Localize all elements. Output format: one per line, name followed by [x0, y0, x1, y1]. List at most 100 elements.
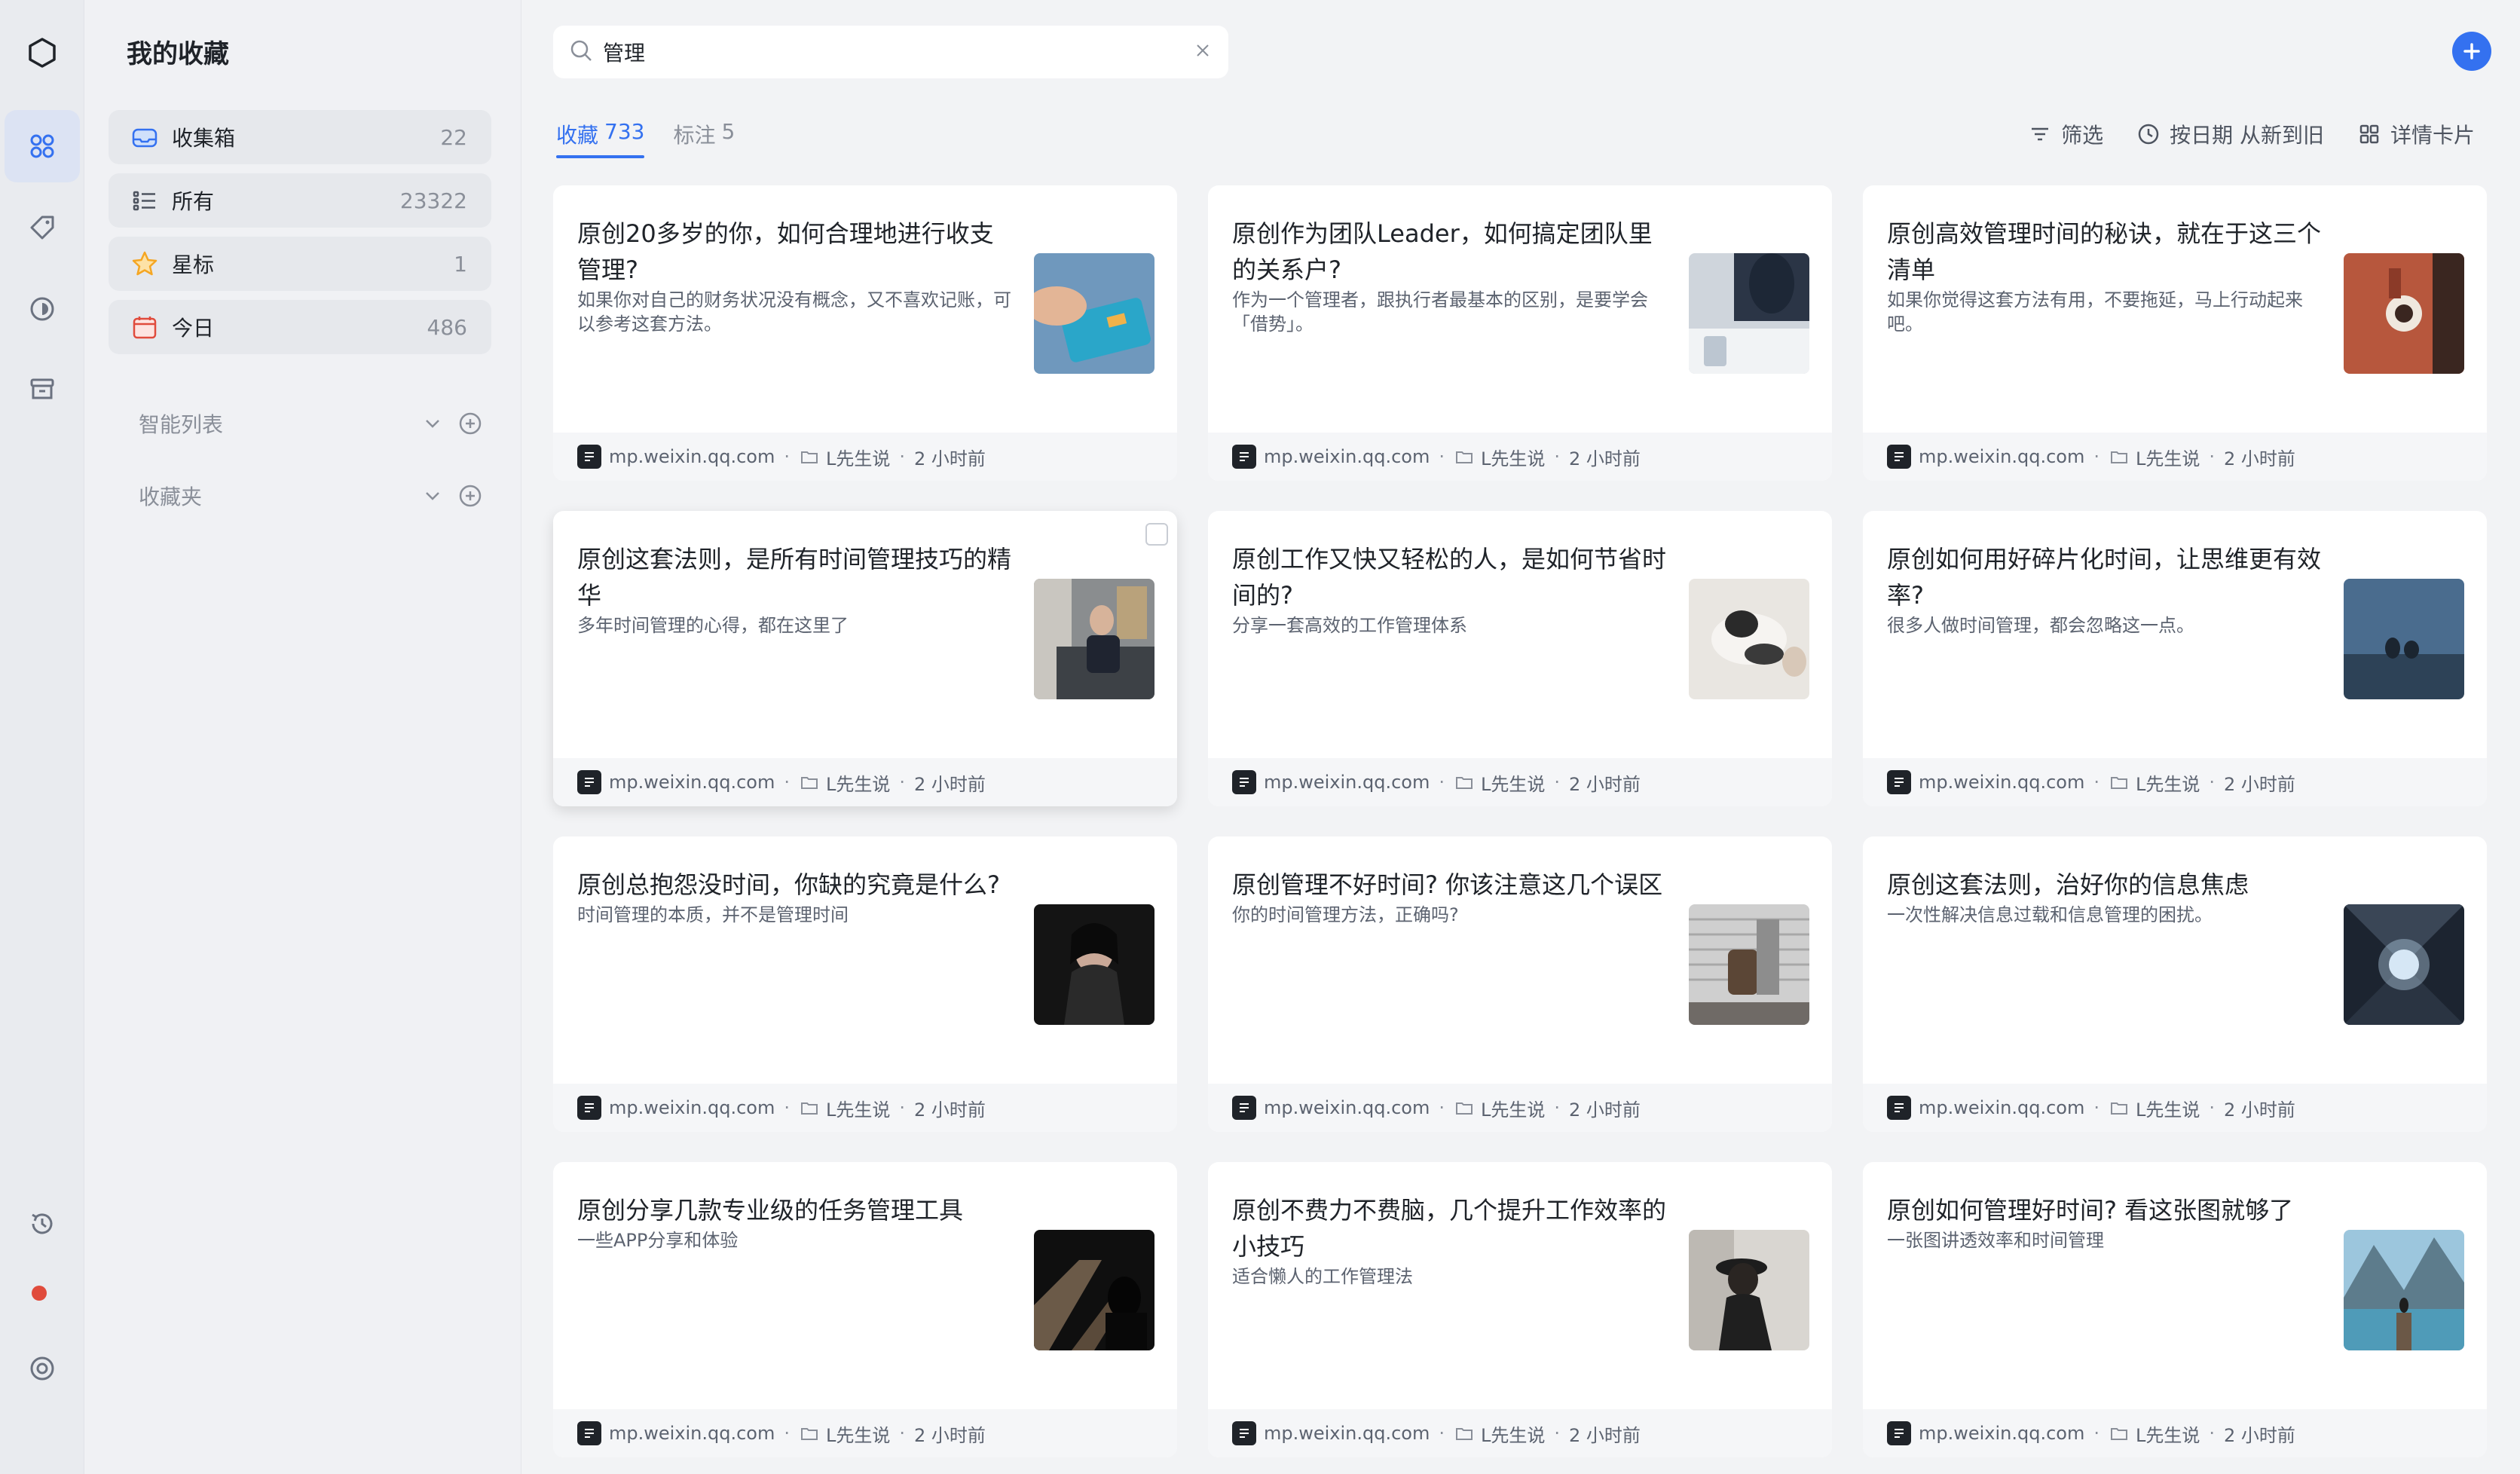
sidebar-item-today[interactable]: 今日 486	[109, 300, 491, 354]
view-mode-button[interactable]: 详情卡片	[2357, 119, 2475, 149]
clear-search-icon[interactable]	[1192, 40, 1213, 64]
app-rail	[0, 0, 84, 1474]
folder-icon	[799, 772, 826, 793]
folder-icon	[2109, 1097, 2136, 1118]
article-card[interactable]: 原创总抱怨没时间，你缺的究竟是什么? 时间管理的本质，并不是管理时间 mp.we…	[553, 836, 1177, 1132]
card-title[interactable]: 原创不费力不费脑，几个提升工作效率的小技巧	[1232, 1192, 1669, 1265]
card-source[interactable]: mp.weixin.qq.com	[609, 772, 775, 793]
article-card[interactable]: 原创作为团队Leader，如何搞定团队里的关系户? 作为一个管理者，跟执行者最基…	[1208, 185, 1832, 481]
article-card[interactable]: 原创高效管理时间的秘诀，就在于这三个清单 如果你觉得这套方法有用，不要拖延，马上…	[1863, 185, 2487, 481]
chevron-down-icon[interactable]	[417, 481, 448, 511]
card-source[interactable]: mp.weixin.qq.com	[1919, 446, 2084, 467]
card-footer: mp.weixin.qq.com · L先生说 · 2 小时前	[553, 433, 1177, 481]
add-circle-icon[interactable]	[455, 481, 485, 511]
toolbar: 筛选 按日期 从新到旧 详情卡片	[1995, 119, 2475, 149]
card-title[interactable]: 原创高效管理时间的秘诀，就在于这三个清单	[1887, 216, 2324, 288]
tab-label: 标注	[673, 123, 716, 148]
tab-count: 733	[604, 119, 645, 144]
card-title[interactable]: 原创工作又快又轻松的人，是如何节省时间的?	[1232, 541, 1669, 613]
card-folder[interactable]: L先生说	[2136, 1420, 2200, 1447]
search-input[interactable]	[603, 39, 1192, 65]
card-folder[interactable]: L先生说	[2136, 1095, 2200, 1121]
section-smart-lists[interactable]: 智能列表	[139, 401, 561, 446]
sort-button[interactable]: 按日期 从新到旧	[2136, 119, 2324, 149]
sidebar-item-starred[interactable]: 星标 1	[109, 237, 491, 291]
card-source[interactable]: mp.weixin.qq.com	[609, 1097, 775, 1118]
card-footer: mp.weixin.qq.com · L先生说 · 2 小时前	[553, 758, 1177, 806]
card-thumbnail	[1034, 1230, 1154, 1350]
card-title[interactable]: 原创20多岁的你，如何合理地进行收支管理?	[577, 216, 1014, 288]
card-source[interactable]: mp.weixin.qq.com	[1264, 446, 1430, 467]
card-title[interactable]: 原创管理不好时间? 你该注意这几个误区	[1232, 867, 1669, 903]
card-footer: mp.weixin.qq.com · L先生说 · 2 小时前	[1208, 758, 1832, 806]
card-source[interactable]: mp.weixin.qq.com	[1264, 772, 1430, 793]
card-description: 一张图讲透效率和时间管理	[1887, 1230, 2104, 1251]
article-card[interactable]: 原创如何用好碎片化时间，让思维更有效率? 很多人做时间管理，都会忽略这一点。 m…	[1863, 511, 2487, 806]
card-folder[interactable]: L先生说	[1481, 1095, 1545, 1121]
card-title[interactable]: 原创如何用好碎片化时间，让思维更有效率?	[1887, 541, 2324, 613]
card-title[interactable]: 原创作为团队Leader，如何搞定团队里的关系户?	[1232, 216, 1669, 288]
tab-collections[interactable]: 收藏 733	[556, 119, 645, 158]
article-card[interactable]: 原创这套法则，治好你的信息焦虑 一次性解决信息过载和信息管理的困扰。 mp.we…	[1863, 836, 2487, 1132]
history-nav-icon[interactable]	[5, 1188, 80, 1260]
article-card[interactable]: 原创管理不好时间? 你该注意这几个误区 你的时间管理方法，正确吗? mp.wei…	[1208, 836, 1832, 1132]
card-folder[interactable]: L先生说	[826, 1095, 890, 1121]
card-source[interactable]: mp.weixin.qq.com	[1919, 1423, 2084, 1444]
filter-button[interactable]: 筛选	[2028, 119, 2103, 149]
add-circle-icon[interactable]	[455, 408, 485, 439]
card-description: 如果你对自己的财务状况没有概念，又不喜欢记账，可以参考这套方法。	[577, 289, 1011, 335]
notification-dot-icon[interactable]	[32, 1286, 47, 1301]
card-title[interactable]: 原创分享几款专业级的任务管理工具	[577, 1192, 1014, 1228]
article-card[interactable]: 原创这套法则，是所有时间管理技巧的精华 多年时间管理的心得，都在这里了 mp.w…	[553, 511, 1177, 806]
article-card[interactable]: 原创20多岁的你，如何合理地进行收支管理? 如果你对自己的财务状况没有概念，又不…	[553, 185, 1177, 481]
card-folder[interactable]: L先生说	[2136, 444, 2200, 470]
view-mode-label: 详情卡片	[2390, 123, 2475, 148]
card-folder[interactable]: L先生说	[1481, 769, 1545, 796]
card-folder[interactable]: L先生说	[826, 1420, 890, 1447]
explore-nav-icon[interactable]	[5, 273, 80, 345]
sidebar-item-all[interactable]: 所有 23322	[109, 173, 491, 228]
article-card[interactable]: 原创不费力不费脑，几个提升工作效率的小技巧 适合懒人的工作管理法 mp.weix…	[1208, 1162, 1832, 1457]
chevron-down-icon[interactable]	[417, 408, 448, 439]
card-time: 2 小时前	[2224, 1424, 2295, 1446]
card-time: 2 小时前	[2224, 1099, 2295, 1121]
card-title[interactable]: 原创这套法则，治好你的信息焦虑	[1887, 867, 2324, 903]
select-checkbox[interactable]	[1145, 523, 1168, 546]
card-footer: mp.weixin.qq.com · L先生说 · 2 小时前	[553, 1084, 1177, 1132]
tag-nav-icon[interactable]	[5, 191, 80, 264]
card-folder[interactable]: L先生说	[826, 769, 890, 796]
sidebar: 我的收藏 收集箱 22 所有 23322 星标 1 今日 486 智能列表 收藏…	[84, 0, 521, 1474]
section-folders[interactable]: 收藏夹	[139, 473, 561, 518]
card-description: 适合懒人的工作管理法	[1232, 1266, 1413, 1287]
wechat-source-icon	[1887, 445, 1911, 469]
card-source[interactable]: mp.weixin.qq.com	[1264, 1097, 1430, 1118]
card-source[interactable]: mp.weixin.qq.com	[609, 446, 775, 467]
card-folder[interactable]: L先生说	[1481, 1420, 1545, 1447]
folder-icon	[2109, 446, 2136, 467]
article-card[interactable]: 原创分享几款专业级的任务管理工具 一些APP分享和体验 mp.weixin.qq…	[553, 1162, 1177, 1457]
card-title[interactable]: 原创这套法则，是所有时间管理技巧的精华	[577, 541, 1014, 613]
card-title[interactable]: 原创如何管理好时间? 看这张图就够了	[1887, 1192, 2324, 1228]
wechat-source-icon	[577, 445, 601, 469]
card-source[interactable]: mp.weixin.qq.com	[1919, 772, 2084, 793]
card-source[interactable]: mp.weixin.qq.com	[1919, 1097, 2084, 1118]
article-card[interactable]: 原创如何管理好时间? 看这张图就够了 一张图讲透效率和时间管理 mp.weixi…	[1863, 1162, 2487, 1457]
card-thumbnail	[2344, 253, 2464, 374]
article-card[interactable]: 原创工作又快又轻松的人，是如何节省时间的? 分享一套高效的工作管理体系 mp.w…	[1208, 511, 1832, 806]
sidebar-item-inbox[interactable]: 收集箱 22	[109, 110, 491, 164]
app-logo-icon[interactable]	[5, 17, 80, 89]
tab-highlights[interactable]: 标注 5	[673, 119, 735, 158]
card-title[interactable]: 原创总抱怨没时间，你缺的究竟是什么?	[577, 867, 1014, 903]
card-folder[interactable]: L先生说	[2136, 769, 2200, 796]
card-folder[interactable]: L先生说	[826, 444, 890, 470]
archive-nav-icon[interactable]	[5, 353, 80, 425]
card-thumbnail	[1689, 1230, 1809, 1350]
card-footer: mp.weixin.qq.com · L先生说 · 2 小时前	[1208, 1409, 1832, 1457]
add-button[interactable]	[2452, 32, 2491, 71]
settings-nav-icon[interactable]	[5, 1332, 80, 1405]
card-thumbnail	[2344, 1230, 2464, 1350]
collections-nav-icon[interactable]	[5, 110, 80, 182]
card-folder[interactable]: L先生说	[1481, 444, 1545, 470]
card-source[interactable]: mp.weixin.qq.com	[609, 1423, 775, 1444]
card-source[interactable]: mp.weixin.qq.com	[1264, 1423, 1430, 1444]
